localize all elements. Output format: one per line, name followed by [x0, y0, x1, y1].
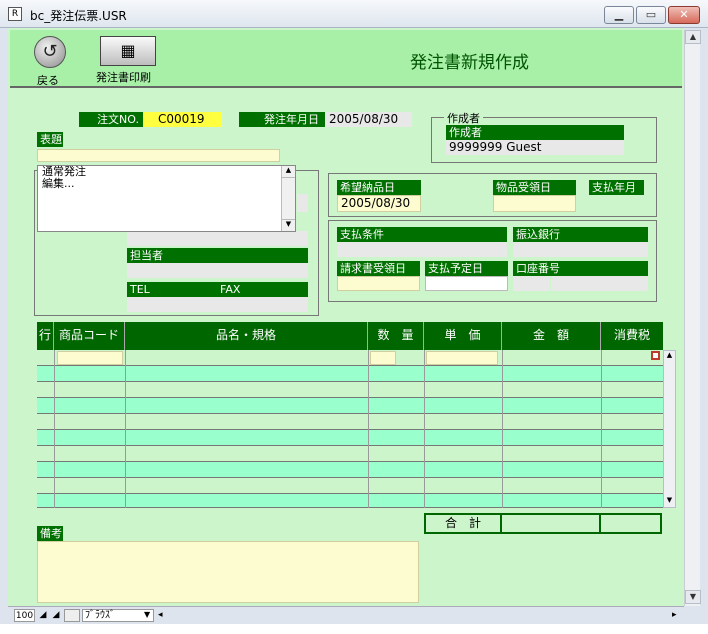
window-frame-left [0, 28, 8, 624]
table-scrollbar[interactable]: ▲ ▼ [663, 350, 676, 508]
col-divider [368, 350, 369, 508]
col-divider [125, 350, 126, 508]
subject-list[interactable]: 通常発注 編集... [37, 165, 296, 232]
back-button[interactable]: ↺ [34, 36, 66, 68]
notes-label: 備考 [37, 526, 63, 541]
fax-label: FAX [217, 282, 308, 297]
invoice-date-label: 請求書受領日 [337, 261, 420, 276]
due-date-label: 支払予定日 [425, 261, 508, 276]
person-field[interactable] [127, 263, 308, 278]
account-label: 口座番号 [513, 261, 648, 276]
app-icon: R [8, 7, 22, 21]
zoom-level[interactable]: 100 [14, 609, 35, 622]
list-scroll-up-icon[interactable]: ▲ [282, 166, 295, 178]
list-scroll-down-icon[interactable]: ▼ [282, 219, 295, 231]
subject-field[interactable] [37, 149, 280, 162]
pay-terms-field[interactable] [337, 242, 507, 257]
hscroll-left-icon[interactable]: ◂ [158, 609, 168, 622]
scroll-down-icon[interactable]: ▼ [685, 590, 701, 604]
table-scroll-down-icon[interactable]: ▼ [664, 496, 675, 506]
bank-label: 振込銀行 [513, 227, 648, 242]
table-row[interactable] [37, 414, 663, 430]
order-date-field[interactable]: 2005/08/30 [326, 112, 412, 127]
bank-field[interactable] [513, 242, 648, 257]
total-amount [502, 515, 601, 532]
vertical-scrollbar[interactable]: ▲ ▼ [684, 30, 701, 606]
supplier-field-2[interactable] [127, 231, 308, 246]
creator-group-label: 作成者 [444, 110, 483, 126]
list-item[interactable]: 通常発注 [38, 166, 295, 178]
total-tax [601, 515, 660, 532]
tel-field[interactable] [127, 297, 217, 312]
person-label: 担当者 [127, 248, 308, 263]
window-title: bc_発注伝票.USR [30, 9, 127, 23]
account-field-2[interactable] [551, 276, 648, 291]
creator-label-fill [506, 125, 624, 140]
back-label: 戻る [37, 74, 59, 87]
code-input[interactable] [57, 351, 123, 365]
zoom-in-icon[interactable]: ◢ [50, 609, 62, 622]
col-header-code: 商品コード [54, 322, 125, 350]
col-divider [424, 350, 425, 508]
zoom-out-icon[interactable]: ◢ [37, 609, 49, 622]
col-header-tax: 消費税 [613, 328, 650, 342]
receipt-date-label: 物品受領日 [493, 180, 576, 195]
total-label: 合 計 [426, 515, 502, 532]
col-divider [601, 350, 602, 508]
delivery-date-field[interactable]: 2005/08/30 [337, 195, 421, 212]
pay-month-label: 支払年月 [589, 180, 644, 195]
pay-month-field[interactable] [589, 195, 644, 212]
table-row[interactable] [37, 478, 663, 494]
table-row[interactable] [37, 430, 663, 446]
page-title: 発注書新規作成 [410, 53, 529, 73]
col-header-amount: 金 額 [502, 322, 601, 350]
qty-input[interactable] [370, 351, 396, 365]
table-row[interactable] [37, 398, 663, 414]
col-header-qty: 数 量 [368, 322, 424, 350]
list-scrollbar[interactable]: ▲ ▼ [281, 166, 295, 231]
print-button[interactable]: ▦ [100, 36, 156, 66]
table-row[interactable] [37, 366, 663, 382]
creator-label: 作成者 [446, 125, 506, 140]
notes-field[interactable] [37, 541, 419, 603]
price-input[interactable] [426, 351, 498, 365]
tax-checkbox[interactable] [651, 351, 660, 360]
fax-field[interactable] [217, 297, 308, 312]
account-field-1[interactable] [513, 276, 550, 291]
table-row[interactable] [37, 382, 663, 398]
due-date-field[interactable] [425, 276, 508, 291]
creator-field[interactable]: 9999999 Guest [446, 140, 624, 155]
subject-label: 表題 [37, 132, 63, 147]
mode-dropdown-icon[interactable]: ▼ [144, 610, 150, 619]
col-divider [502, 350, 503, 508]
order-date-label: 発注年月日 [239, 112, 325, 127]
table-row[interactable] [37, 350, 663, 366]
maximize-button[interactable]: ▭ [636, 6, 666, 24]
minimize-button[interactable]: ▁ [604, 6, 634, 24]
order-no-field[interactable]: C00019 [144, 112, 222, 127]
table-scroll-up-icon[interactable]: ▲ [664, 351, 675, 361]
table-row[interactable] [37, 494, 663, 508]
list-item[interactable]: 編集... [38, 178, 295, 190]
hscroll-right-icon[interactable]: ▸ [672, 609, 682, 622]
table-row[interactable] [37, 462, 663, 478]
col-header-row: 行 [37, 322, 54, 350]
order-no-label: 注文NO. [79, 112, 143, 127]
pay-terms-label: 支払条件 [337, 227, 507, 242]
table-row[interactable] [37, 446, 663, 462]
print-label: 発注書印刷 [96, 71, 151, 84]
col-header-price: 単 価 [424, 322, 502, 350]
supplier-field-1[interactable] [297, 194, 308, 212]
scroll-up-icon[interactable]: ▲ [685, 30, 701, 44]
tel-label: TEL [127, 282, 217, 297]
close-button[interactable]: ✕ [668, 6, 700, 24]
invoice-date-field[interactable] [337, 276, 420, 291]
col-divider [54, 350, 55, 508]
status-toggle-icon[interactable] [64, 609, 80, 622]
delivery-date-label: 希望納品日 [337, 180, 421, 195]
col-header-name: 品名・規格 [125, 322, 368, 350]
receipt-date-field[interactable] [493, 195, 576, 212]
